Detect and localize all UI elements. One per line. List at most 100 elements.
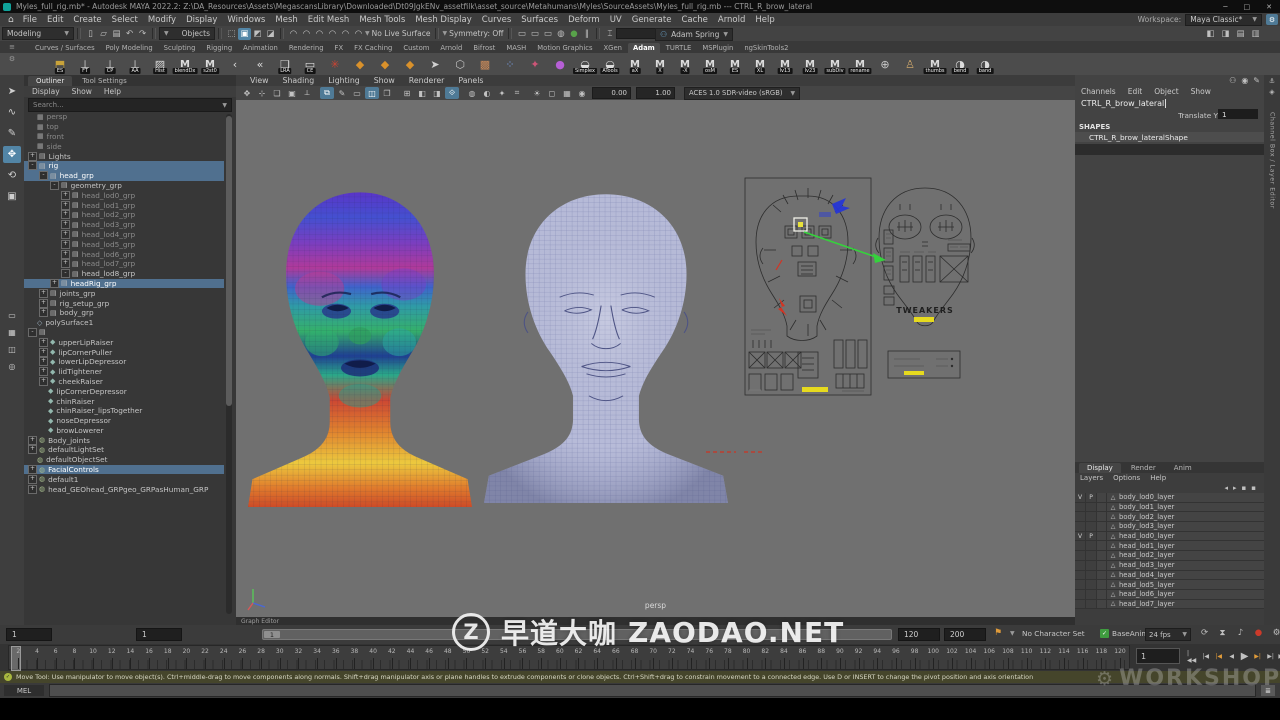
auto-key-toggle[interactable]: ● <box>1252 627 1265 639</box>
expand-toggle-icon[interactable]: + <box>50 278 59 288</box>
toggle-channel-box-icon[interactable]: ▥ <box>1249 28 1262 40</box>
time-tick-36[interactable]: 36 <box>326 646 345 669</box>
time-tick-72[interactable]: 72 <box>663 646 682 669</box>
menu-cache[interactable]: Cache <box>676 15 712 25</box>
outliner-item-body-grp[interactable]: + ▤ body_grp <box>24 308 224 318</box>
snap-projected-center-icon[interactable]: ◠ <box>326 28 339 40</box>
outliner-item-head-geohead-grpgeo-grpashuman-grp[interactable]: + ◍ head_GEOhead_GRPgeo_GRPasHuman_GRP <box>24 484 224 494</box>
field-chart-icon[interactable]: ⊞ <box>400 87 414 99</box>
layer-playback-toggle[interactable] <box>1086 541 1097 551</box>
shelf-item-ft[interactable]: ⊥ FT <box>73 54 97 74</box>
outliner-scrollbar[interactable] <box>226 114 232 614</box>
command-language-toggle[interactable]: MEL <box>4 685 44 696</box>
shelf-item-lv13[interactable]: Mlv13 <box>773 54 797 74</box>
channel-box-menu-edit[interactable]: Edit <box>1128 87 1143 96</box>
time-tick-32[interactable]: 32 <box>289 646 308 669</box>
shelf-item-aa[interactable]: ⊥ AA <box>123 54 147 74</box>
script-editor-icon[interactable]: ≣ <box>1261 685 1275 696</box>
time-tick-4[interactable]: 4 <box>28 646 47 669</box>
resolution-gate-icon[interactable]: ◫ <box>365 87 379 99</box>
bookmark-icon[interactable]: ⚑ <box>994 628 1002 638</box>
step-back-key-button[interactable]: |◀ <box>1213 647 1225 666</box>
select-component-icon[interactable]: ◩ <box>251 28 264 40</box>
time-tick-68[interactable]: 68 <box>625 646 644 669</box>
render-view-icon[interactable]: ▭ <box>515 28 528 40</box>
outliner-item-headrig-grp[interactable]: + ▤ headRig_grp <box>24 278 224 289</box>
screen-space-ao-icon[interactable]: ◻ <box>545 87 559 99</box>
layer-row-body-lod3-layer[interactable]: △ body_lod3_layer <box>1075 522 1264 532</box>
camera-icon[interactable]: ❏ <box>270 87 284 99</box>
expand-toggle-icon[interactable]: + <box>39 367 48 377</box>
shelf-tab-animation[interactable]: Animation <box>238 43 283 53</box>
character-set-icon[interactable]: ⚇ <box>1229 76 1236 85</box>
shelf-item-ce[interactable]: ▭ CE <box>298 54 322 74</box>
menu-windows[interactable]: Windows <box>222 15 270 25</box>
time-tick-8[interactable]: 8 <box>65 646 84 669</box>
shelf-tab-turtle[interactable]: TURTLE <box>661 43 697 53</box>
time-tick-70[interactable]: 70 <box>644 646 663 669</box>
skin-weight-painted-head[interactable] <box>248 192 472 508</box>
channel-box-menu-channels[interactable]: Channels <box>1081 87 1116 96</box>
layer-row-body-lod2-layer[interactable]: △ body_lod2_layer <box>1075 512 1264 523</box>
shelf-tab-motion-graphics[interactable]: Motion Graphics <box>532 43 597 53</box>
expand-toggle-icon[interactable]: + <box>39 298 48 308</box>
menu-mesh[interactable]: Mesh <box>270 15 302 25</box>
menu-surfaces[interactable]: Surfaces <box>516 15 563 25</box>
move-layer-up-icon[interactable]: ◂ <box>1224 484 1228 492</box>
outliner-item-head-lod0-grp[interactable]: + ▤ head_lod0_grp <box>24 190 224 200</box>
pause-viewport-icon[interactable]: ∥ <box>580 28 593 40</box>
time-tick-12[interactable]: 12 <box>102 646 121 669</box>
film-gate-icon[interactable]: ▭ <box>350 87 364 99</box>
sidebar-layout-icon[interactable]: ◈ <box>1269 88 1274 96</box>
viewport-menu-show[interactable]: Show <box>368 76 401 85</box>
rotate-tool-icon[interactable]: ⟲ <box>3 167 21 184</box>
symmetry-label[interactable]: Symmetry: Off <box>447 29 505 38</box>
expand-toggle-icon[interactable]: + <box>28 484 37 494</box>
animation-end-field[interactable]: 200 <box>944 628 986 641</box>
menu-edit-mesh[interactable]: Edit Mesh <box>303 15 355 25</box>
time-tick-56[interactable]: 56 <box>513 646 532 669</box>
colorspace-dropdown[interactable]: ACES 1.0 SDR-video (sRGB) ▼ <box>684 86 801 100</box>
outliner-item-facialcontrols[interactable]: + ◍ FacialControls <box>24 464 224 475</box>
layer-playback-toggle[interactable]: P <box>1086 531 1097 541</box>
time-tick-118[interactable]: 118 <box>1092 646 1111 669</box>
playback-loop-icon[interactable]: ⟳ <box>1198 627 1211 639</box>
expand-toggle-icon[interactable]: + <box>39 308 48 318</box>
shelf-item-xl[interactable]: M XL <box>748 54 772 74</box>
go-to-start-button[interactable]: |◀◀ <box>1186 647 1199 666</box>
expand-toggle-icon[interactable]: - <box>50 180 59 190</box>
time-tick-16[interactable]: 16 <box>140 646 159 669</box>
time-tick-58[interactable]: 58 <box>532 646 551 669</box>
snap-to-curve-icon[interactable]: ⊹ <box>255 87 269 99</box>
layer-row-head-lod1-layer[interactable]: △ head_lod1_layer <box>1075 541 1264 552</box>
layer-visibility-toggle[interactable] <box>1075 551 1086 560</box>
layer-color-swatch[interactable] <box>1097 512 1107 522</box>
menu-edit[interactable]: Edit <box>42 15 68 25</box>
layer-row-head-lod6-layer[interactable]: △ head_lod6_layer <box>1075 589 1264 600</box>
expand-toggle-icon[interactable]: - <box>61 269 70 279</box>
shelf-item-lv23[interactable]: Mlv23 <box>798 54 822 74</box>
outliner-item-default1[interactable]: + ◍ default1 <box>24 474 224 484</box>
shelf-tab-rigging[interactable]: Rigging <box>201 43 237 53</box>
layer-playback-toggle[interactable] <box>1086 580 1097 589</box>
shelf-item-34[interactable]: ♙ <box>898 54 922 74</box>
new-scene-icon[interactable]: ▯ <box>84 28 97 40</box>
animation-start-field[interactable]: 1 <box>6 628 52 641</box>
time-tick-52[interactable]: 52 <box>476 646 495 669</box>
expand-toggle-icon[interactable]: + <box>28 151 37 161</box>
play-backwards-button[interactable]: ◀ <box>1226 647 1238 666</box>
menu-uv[interactable]: UV <box>605 15 627 25</box>
bookmark-icon[interactable]: ▣ <box>285 87 299 99</box>
time-tick-104[interactable]: 104 <box>961 646 980 669</box>
time-tick-28[interactable]: 28 <box>252 646 271 669</box>
layer-visibility-toggle[interactable] <box>1075 502 1086 512</box>
menu-create[interactable]: Create <box>68 15 106 25</box>
time-tick-34[interactable]: 34 <box>308 646 327 669</box>
isolate-select-icon[interactable]: ⧉ <box>320 87 334 99</box>
channel-box-tab[interactable]: Channel Box / Layer Editor <box>1269 112 1276 209</box>
shelf-item-simplex[interactable]: ◒ Simplex <box>573 54 597 74</box>
time-tick-24[interactable]: 24 <box>214 646 233 669</box>
wireframe-head[interactable] <box>484 194 728 504</box>
shelf-item-12[interactable]: ◆ <box>348 54 372 74</box>
scrollbar-thumb[interactable] <box>226 116 232 406</box>
